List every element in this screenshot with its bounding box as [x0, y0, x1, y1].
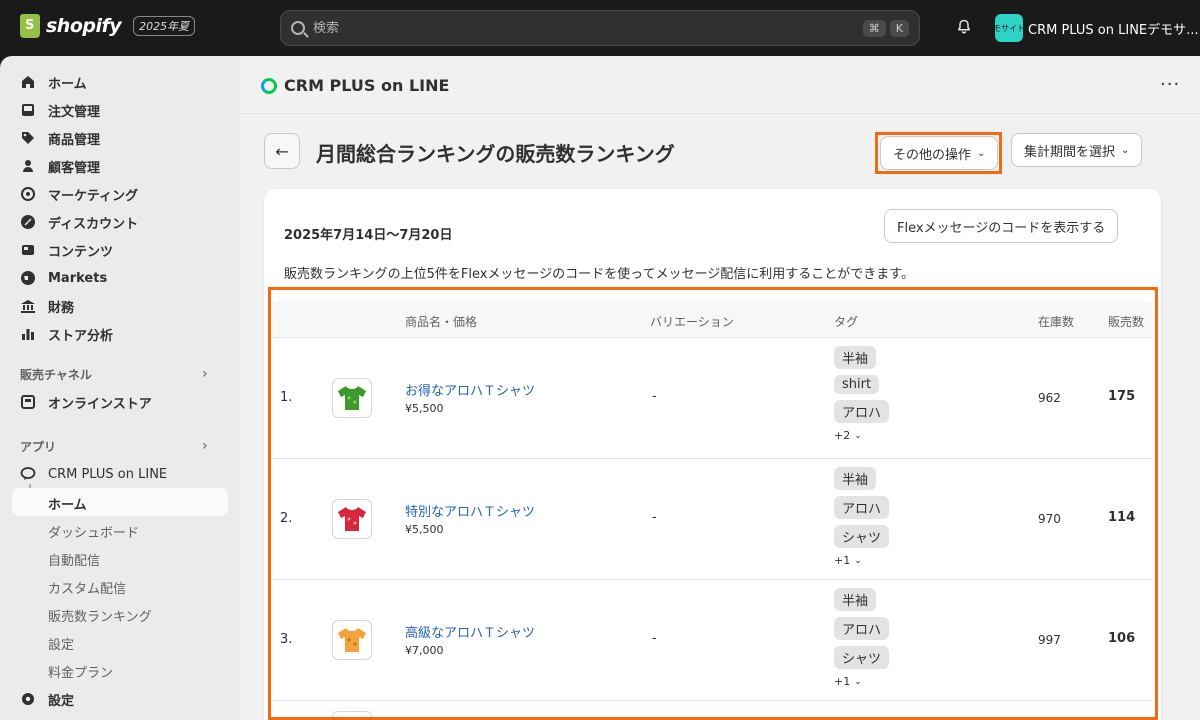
sidebar-item-label: ストア分析	[48, 328, 114, 344]
more-actions-label: その他の操作	[893, 147, 972, 163]
shortcut-key-k: K	[889, 19, 909, 37]
highlight-box-table	[268, 287, 1158, 720]
sidebar-item-products[interactable]: 商品管理	[20, 128, 100, 148]
sidebar-item-label: オンラインストア	[48, 396, 152, 412]
chevron-right-icon[interactable]: ›	[202, 438, 208, 454]
chevron-right-icon[interactable]: ›	[202, 366, 208, 382]
chart-icon	[22, 329, 34, 340]
sidebar-sub-item-home[interactable]: ホーム	[48, 494, 87, 513]
sidebar-sub-item-dashboard[interactable]: ダッシュボード	[48, 522, 139, 541]
period-label: 2025年7月14日〜7月20日	[284, 228, 453, 243]
sidebar-sub-item-settings[interactable]: 設定	[48, 634, 74, 653]
sidebar-item-finance[interactable]: 財務	[20, 296, 74, 316]
sidebar-item-label: Markets	[48, 270, 108, 286]
store-icon	[21, 395, 35, 409]
select-period-button[interactable]: 集計期間を選択 ⌄	[1011, 133, 1143, 167]
sidebar-item-label: 顧客管理	[48, 160, 101, 176]
sidebar-item-customers[interactable]: 顧客管理	[20, 156, 100, 176]
sidebar-item-markets[interactable]: Markets	[20, 268, 107, 288]
sidebar-item-label: ディスカウント	[48, 216, 139, 232]
app-header: CRM PLUS on LINE ···	[240, 56, 1200, 114]
tag-icon	[22, 132, 34, 144]
sidebar: ホーム 注文管理 商品管理 顧客管理 マーケティング ディスカウント コンテンツ…	[0, 56, 240, 720]
inbox-icon	[22, 104, 34, 116]
sidebar-item-label: 設定	[48, 693, 75, 709]
description: 販売数ランキングの上位5件をFlexメッセージのコードを使ってメッセージ配信に利…	[284, 267, 914, 282]
sidebar-item-label: 財務	[48, 300, 75, 316]
sidebar-sub-item-pricing[interactable]: 料金プラン	[48, 662, 113, 681]
sales-channels-title: 販売チャネル	[20, 368, 92, 382]
sidebar-item-label: マーケティング	[48, 188, 138, 204]
sidebar-sub-item-auto-delivery[interactable]: 自動配信	[48, 550, 100, 569]
store-name: CRM PLUS on LINEデモサ...	[1028, 22, 1199, 38]
sidebar-sub-item-custom-delivery[interactable]: カスタム配信	[48, 578, 126, 597]
main-content: CRM PLUS on LINE ··· ← 月間総合ランキングの販売数ランキン…	[240, 56, 1200, 720]
sidebar-item-online-store[interactable]: オンラインストア	[20, 392, 152, 412]
sidebar-item-discounts[interactable]: ディスカウント	[20, 212, 138, 232]
sidebar-item-content[interactable]: コンテンツ	[20, 240, 113, 260]
brand-name: shopify	[46, 15, 122, 37]
sidebar-item-label: コンテンツ	[48, 244, 114, 260]
sidebar-sub-active-bg	[12, 488, 228, 516]
edition-badge: 2025年夏	[133, 16, 196, 36]
apps-title: アプリ	[20, 440, 57, 454]
show-flex-code-button[interactable]: Flexメッセージのコードを表示する	[884, 209, 1119, 243]
store-avatar: モサイト	[995, 14, 1023, 42]
arrow-left-icon: ←	[275, 141, 289, 161]
select-period-label: 集計期間を選択	[1024, 144, 1116, 160]
chat-bubble-icon	[20, 467, 36, 480]
shopify-logo[interactable]: shopify 2025年夏	[20, 14, 196, 38]
store-switcher[interactable]: モサイト CRM PLUS on LINEデモサ...	[995, 14, 1199, 42]
app-logo-icon	[261, 78, 277, 94]
sidebar-item-analytics[interactable]: ストア分析	[20, 324, 113, 344]
search-icon	[291, 21, 305, 35]
content-icon	[22, 245, 34, 255]
sidebar-item-marketing[interactable]: マーケティング	[20, 184, 138, 204]
sidebar-item-settings[interactable]: 設定	[20, 689, 74, 709]
home-icon	[22, 76, 34, 88]
shopify-bag-icon	[20, 14, 40, 38]
shortcut-key-cmd: ⌘	[862, 19, 886, 37]
more-options-icon[interactable]: ···	[1160, 74, 1180, 95]
page-title: 月間総合ランキングの販売数ランキング	[316, 142, 675, 166]
sidebar-item-label: 商品管理	[48, 132, 101, 148]
bell-icon[interactable]	[956, 19, 972, 35]
bank-icon	[21, 300, 35, 313]
sidebar-item-label: CRM PLUS on LINE	[48, 466, 168, 482]
globe-icon	[21, 271, 35, 285]
search-input[interactable]	[313, 20, 859, 36]
chevron-down-icon: ⌄	[1121, 144, 1130, 156]
top-bar: shopify 2025年夏 ⌘ K モサイト CRM PLUS on LINE…	[0, 0, 1200, 56]
sidebar-item-home[interactable]: ホーム	[20, 72, 87, 92]
sidebar-item-app[interactable]: CRM PLUS on LINE	[20, 464, 167, 484]
gear-icon	[22, 693, 34, 705]
sidebar-item-label: 注文管理	[48, 104, 101, 120]
chevron-down-icon: ⌄	[977, 147, 986, 159]
person-icon	[23, 160, 33, 172]
sidebar-sub-item-sales-ranking[interactable]: 販売数ランキング	[48, 606, 152, 625]
sidebar-item-label: ホーム	[48, 76, 87, 92]
search-bar[interactable]: ⌘ K	[280, 10, 920, 46]
sidebar-item-orders[interactable]: 注文管理	[20, 100, 100, 120]
show-flex-code-label: Flexメッセージのコードを表示する	[897, 220, 1106, 236]
discount-icon	[21, 215, 35, 229]
more-actions-button[interactable]: その他の操作 ⌄	[880, 136, 999, 170]
app-title: CRM PLUS on LINE	[284, 76, 450, 95]
target-icon	[21, 187, 35, 201]
back-button[interactable]: ←	[264, 133, 300, 169]
